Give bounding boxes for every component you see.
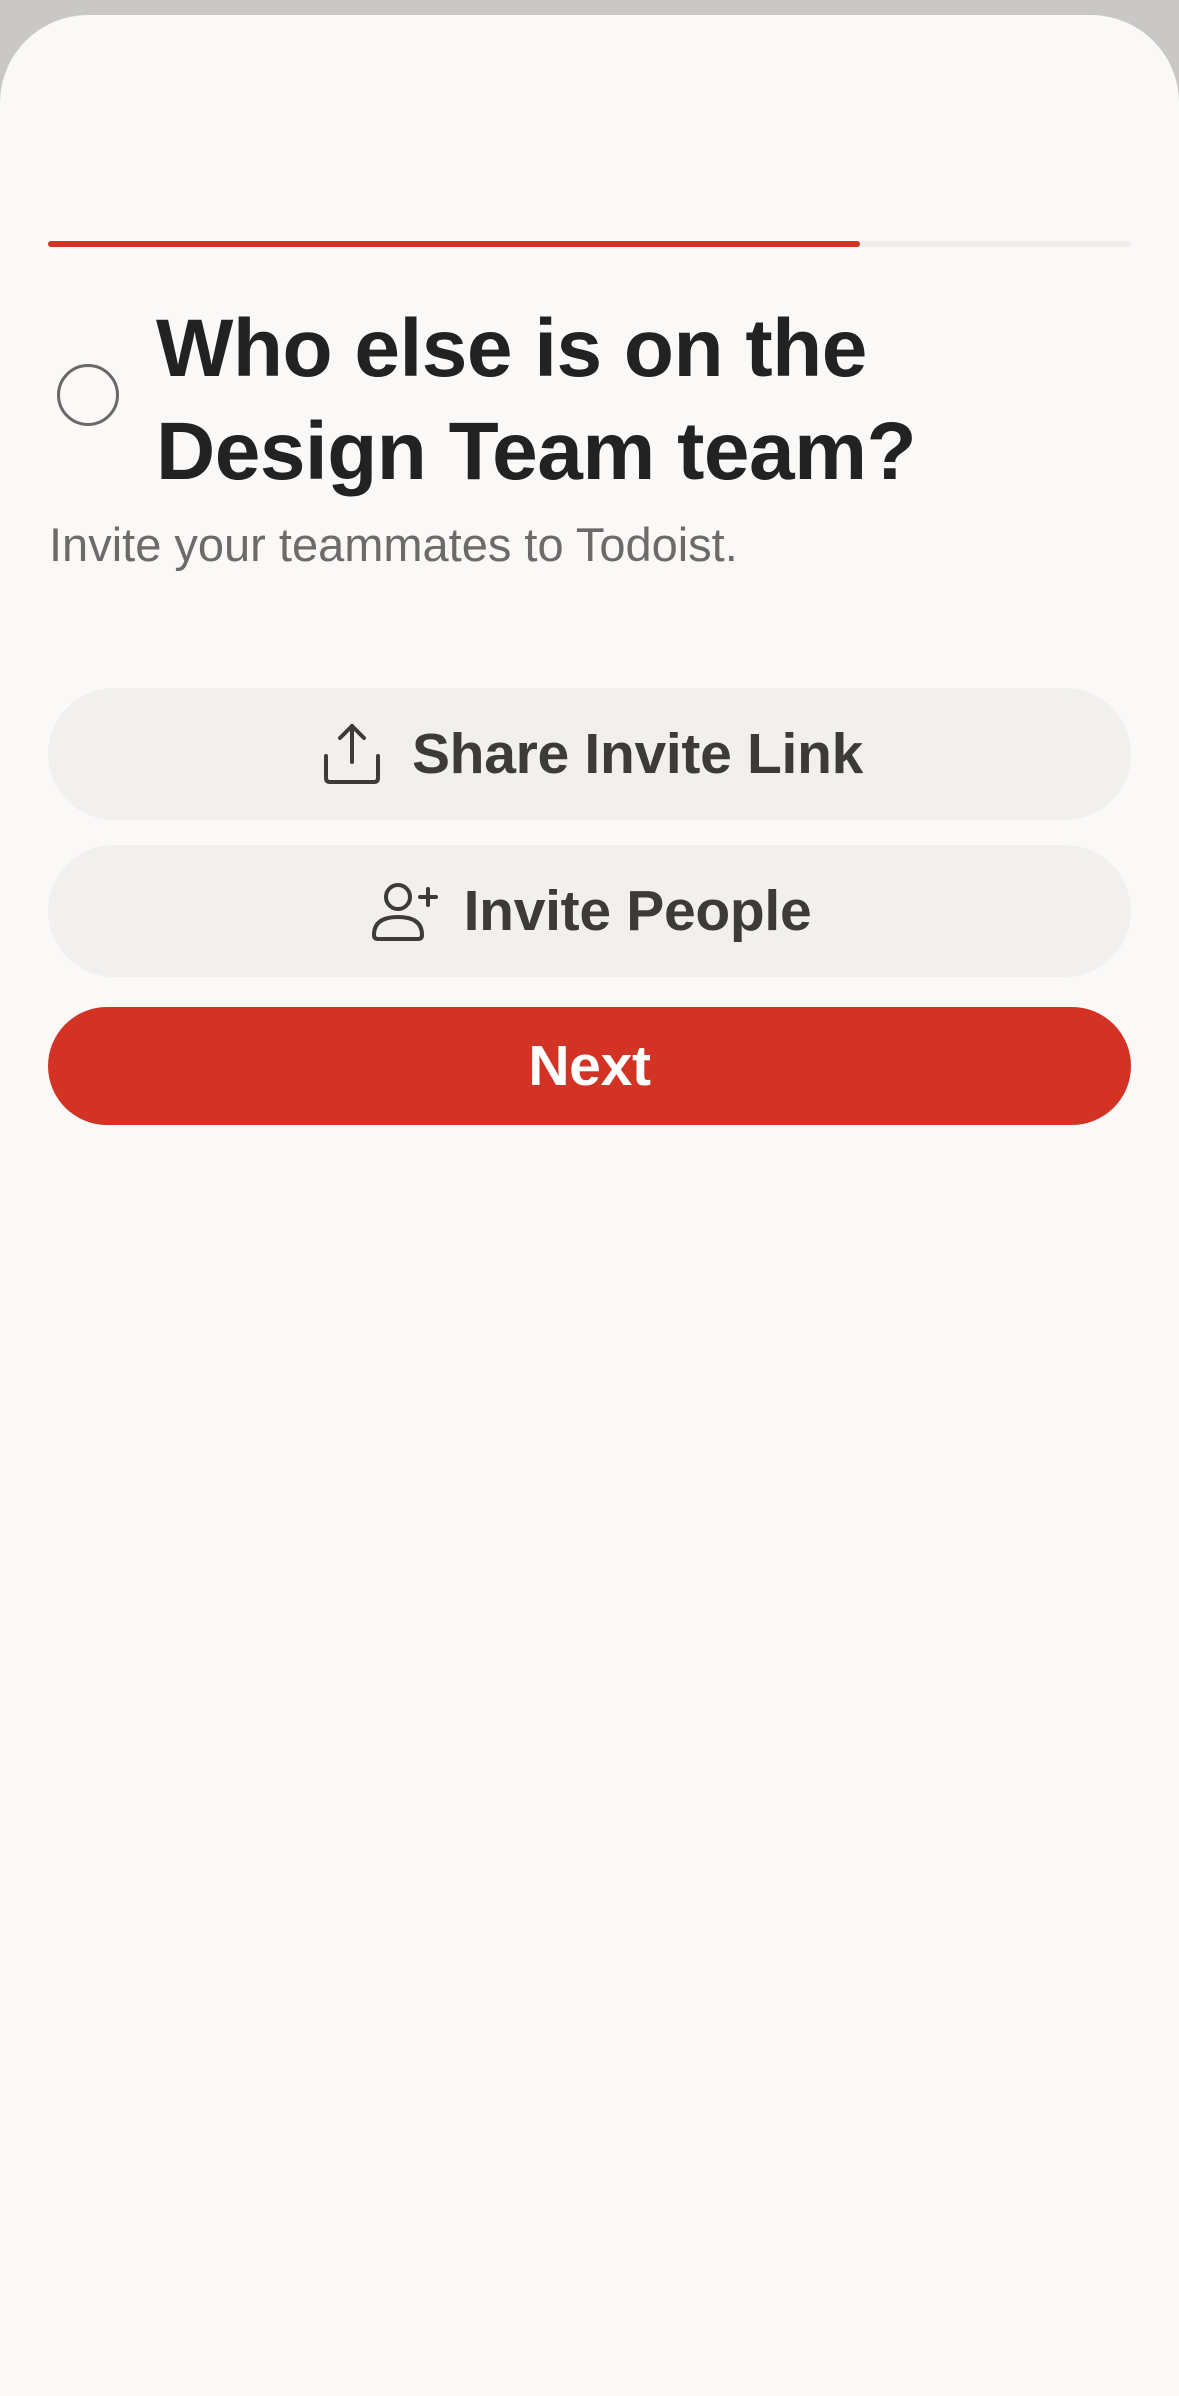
invite-people-button[interactable]: Invite People bbox=[48, 845, 1131, 977]
add-person-icon bbox=[368, 875, 440, 947]
progress-bar-fill bbox=[48, 241, 861, 247]
share-invite-link-label: Share Invite Link bbox=[411, 722, 864, 786]
next-button[interactable]: Next bbox=[48, 1007, 1131, 1125]
page-title: Who else is on the Design Team team? bbox=[156, 303, 917, 497]
share-invite-link-button[interactable]: Share Invite Link bbox=[48, 688, 1131, 820]
page-subtitle: Invite your teammates to Todoist. bbox=[49, 518, 738, 571]
team-avatar-placeholder bbox=[57, 364, 119, 426]
invite-people-label: Invite People bbox=[463, 879, 812, 943]
progress-bar bbox=[48, 241, 1131, 247]
next-button-label: Next bbox=[528, 1034, 651, 1098]
share-upload-icon bbox=[316, 718, 388, 790]
onboarding-sheet: Who else is on the Design Team team? Inv… bbox=[0, 15, 1179, 2396]
